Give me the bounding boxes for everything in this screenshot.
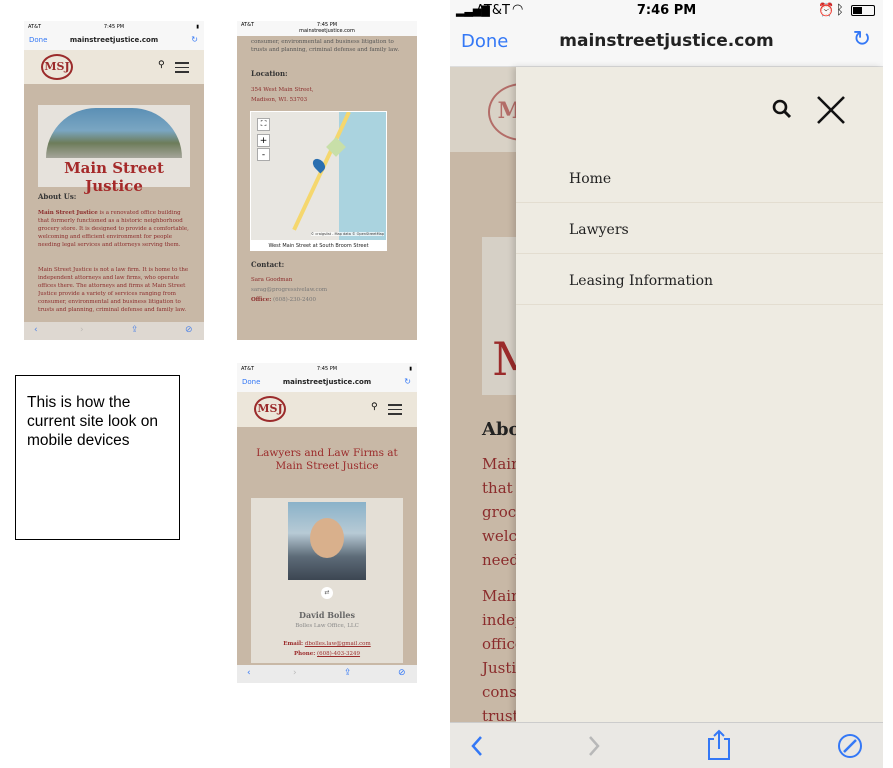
phone-screenshot-about: AT&T 7:45 PM ▮ Done mainstreetjustice.com ↻ … <box>24 21 204 340</box>
url-mini: mainstreetjustice.com <box>237 28 417 36</box>
fullscreen-button[interactable]: ⛶ <box>257 118 270 131</box>
map-caption: West Main Street at South Broom Street <box>250 241 387 251</box>
alarm-icon: ⏰ <box>818 3 835 18</box>
phone-screenshot-location: AT&T 7:45 PM mainstreetjustice.com consum… <box>237 21 417 340</box>
refresh-icon[interactable]: ↻ <box>404 377 411 386</box>
site-logo[interactable]: MSJ <box>41 54 73 80</box>
hero-title: Main Street Justice <box>64 159 164 195</box>
url-text: mainstreetjustice.com <box>69 36 159 44</box>
compass-icon[interactable]: ⊘ <box>185 325 193 335</box>
search-icon[interactable]: ⚲ <box>158 60 165 70</box>
map-credit: © craigslist - Map data © OpenStreetMap <box>310 232 384 236</box>
about-paragraph-1: Main Street Justice is a renovated offic… <box>38 210 189 248</box>
lawyer-firm: Bolles Law Office, LLC <box>295 623 359 629</box>
share-icon[interactable]: ⇪ <box>344 668 352 678</box>
location-address-1: 354 West Main Street, <box>251 87 314 93</box>
site-header: MSJ ⚲ <box>24 50 204 84</box>
battery-icon <box>851 5 875 16</box>
close-icon[interactable] <box>816 95 846 125</box>
forward-icon[interactable]: › <box>293 668 297 678</box>
lawyer-name: David Bolles <box>299 610 355 620</box>
nav-menu-panel: Home Lawyers Leasing Information <box>516 67 883 722</box>
menu-icon[interactable] <box>388 404 402 418</box>
back-icon[interactable] <box>470 735 484 757</box>
status-bar: ▂▃▅▇ AT&T ◠ 7:46 PM ⏰ ᛒ <box>450 0 883 22</box>
menu-item-leasing-information[interactable]: Leasing Information <box>516 254 883 305</box>
location-top-text: consumer, environmental and business lit… <box>251 39 400 53</box>
map-water <box>339 112 386 240</box>
annotation-note: This is how the current site look on mob… <box>15 375 180 540</box>
lawyer-photo <box>288 502 366 580</box>
lawyer-card: ⇄ David Bolles Bolles Law Office, LLC Em… <box>251 498 403 663</box>
phone-screenshot-lawyers: AT&T 7:45 PM ▮ Done mainstreetjustice.com ↻ … <box>237 363 417 683</box>
refresh-icon[interactable]: ↻ <box>853 27 871 52</box>
zoom-out-button[interactable]: - <box>257 148 270 161</box>
phone-link[interactable]: (608)-403-3249 <box>317 651 360 657</box>
lawyer-phone: Phone: (608)-403-3249 <box>293 651 361 657</box>
status-bar: AT&T 7:45 PM ▮ <box>237 363 417 374</box>
status-bar: AT&T 7:45 PM ▮ <box>24 21 204 32</box>
url-bar: Done mainstreetjustice.com ↻ <box>450 22 883 67</box>
map[interactable]: ⛶ + - © craigslist - Map data © OpenStre… <box>250 111 387 241</box>
status-bar: AT&T 7:45 PM <box>237 21 417 28</box>
search-icon[interactable]: ⚲ <box>371 402 378 412</box>
toolbar: ‹ › ⇪ ⊘ <box>237 665 417 683</box>
about-heading: About Us: <box>38 192 77 201</box>
hero-skyline <box>46 108 182 158</box>
toolbar: ‹ › ⇪ ⊘ <box>24 322 204 340</box>
search-icon[interactable] <box>772 99 792 119</box>
forward-icon[interactable]: › <box>80 325 84 335</box>
contact-heading: Contact: <box>251 260 285 269</box>
share-icon[interactable]: ⇪ <box>131 325 139 335</box>
bluetooth-icon: ᛒ <box>836 3 844 18</box>
toolbar <box>450 722 883 768</box>
url-bar: Done mainstreetjustice.com ↻ <box>24 32 204 50</box>
site-logo[interactable]: MSJ <box>254 396 286 422</box>
email-link[interactable]: dbolles.law@gmail.com <box>305 641 371 647</box>
phone-screenshot-menu-open: ▂▃▅▇ AT&T ◠ 7:46 PM ⏰ ᛒ Done mainstreetj… <box>450 0 883 768</box>
site-header: MSJ ⚲ <box>237 392 417 427</box>
url-text: mainstreetjustice.com <box>282 378 372 386</box>
share-icon[interactable]: ⇄ <box>321 587 333 599</box>
share-icon[interactable] <box>707 729 731 761</box>
menu-item-home[interactable]: Home <box>516 152 883 203</box>
hero-image: Main Street Justice <box>38 105 190 195</box>
url-text: mainstreetjustice.com <box>559 31 774 51</box>
back-icon[interactable]: ‹ <box>34 325 38 335</box>
contact-name: Sara Goodman <box>251 277 293 283</box>
about-paragraph-2: Main Street Justice is not a law firm. I… <box>38 267 189 313</box>
location-address-2: Madison, WI. 53703 <box>251 97 308 103</box>
menu-item-lawyers[interactable]: Lawyers <box>516 203 883 254</box>
refresh-icon[interactable]: ↻ <box>191 35 198 44</box>
contact-office: Office: (608)-230-2400 <box>251 297 317 303</box>
compass-icon[interactable]: ⊘ <box>398 668 406 678</box>
menu-icon[interactable] <box>175 62 189 76</box>
url-bar: Done mainstreetjustice.com ↻ <box>237 374 417 392</box>
zoom-in-button[interactable]: + <box>257 134 270 147</box>
lawyers-heading: Lawyers and Law Firms at Main Street Jus… <box>256 447 398 472</box>
forward-icon[interactable] <box>587 735 601 757</box>
location-heading: Location: <box>251 69 288 78</box>
lawyer-email: Email: dbolles.law@gmail.com <box>283 641 371 647</box>
contact-email[interactable]: sarag@progressivelaw.com <box>251 286 327 294</box>
compass-icon[interactable] <box>837 733 863 759</box>
back-icon[interactable]: ‹ <box>247 668 251 678</box>
